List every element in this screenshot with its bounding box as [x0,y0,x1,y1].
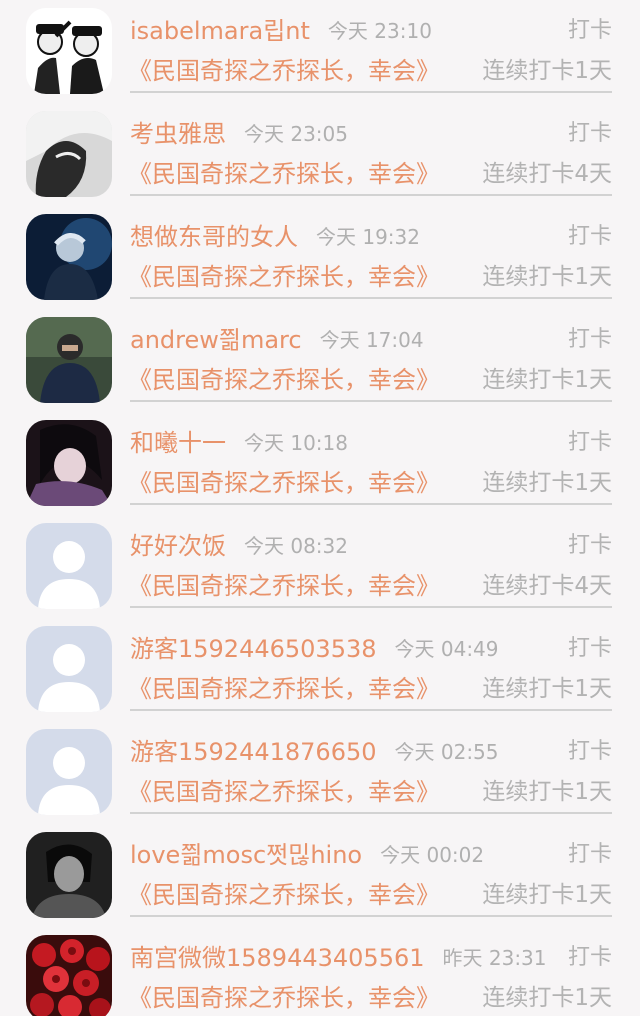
list-item[interactable]: 考虫雅思 今天 23:05 打卡 《民国奇探之乔探长，幸会》 连续打卡4天 [0,103,640,206]
user-name[interactable]: 游客1592441876650 今天 02:55 [130,737,499,767]
user-name[interactable]: 游客1592446503538 今天 04:49 [130,634,499,664]
timestamp: 今天 04:49 [394,637,499,661]
book-title[interactable]: 《民国奇探之乔探长，幸会》 [128,468,440,498]
checkin-label: 打卡 [567,842,612,867]
user-name[interactable]: isabelmara립nt 今天 23:10 [130,16,432,46]
streak-count: 连续打卡1天 [482,882,612,908]
divider [130,503,612,505]
checkin-label: 打卡 [567,636,612,661]
avatar[interactable] [26,317,112,403]
user-name[interactable]: 考虫雅思 今天 23:05 [130,119,348,149]
checkin-label: 打卡 [567,430,612,455]
book-title[interactable]: 《民国奇探之乔探长，幸会》 [128,674,440,704]
avatar[interactable] [26,523,112,609]
timestamp: 今天 17:04 [319,328,424,352]
user-name[interactable]: andrew쯺marc 今天 17:04 [130,325,424,355]
avatar[interactable] [26,214,112,300]
streak-count: 连续打卡1天 [482,985,612,1011]
book-title[interactable]: 《民国奇探之乔探长，幸会》 [128,365,440,395]
list-item[interactable]: 好好次饭 今天 08:32 打卡 《民国奇探之乔探长，幸会》 连续打卡4天 [0,515,640,618]
avatar[interactable] [26,626,112,712]
divider [130,91,612,93]
timestamp: 昨天 23:31 [442,946,547,970]
checkin-label: 打卡 [567,945,612,970]
timestamp: 今天 19:32 [316,225,420,249]
checkin-label: 打卡 [567,533,612,558]
user-name[interactable]: 好好次饭 今天 08:32 [130,531,348,561]
user-name[interactable]: 想做东哥的女人 今天 19:32 [130,222,420,252]
checkin-label: 打卡 [567,224,612,249]
streak-count: 连续打卡1天 [482,264,612,290]
list-item[interactable]: 南宫微微1589443405561 昨天 23:31 打卡 《民国奇探之乔探长，幸… [0,927,640,1016]
user-name[interactable]: love쯺mosc쩟믾hino 今天 00:02 [130,840,484,870]
divider [130,194,612,196]
list-item[interactable]: andrew쯺marc 今天 17:04 打卡 《民国奇探之乔探长，幸会》 连续打… [0,309,640,412]
streak-count: 连续打卡1天 [482,470,612,496]
list-item[interactable]: 游客1592446503538 今天 04:49 打卡 《民国奇探之乔探长，幸会》… [0,618,640,721]
list-item[interactable]: love쯺mosc쩟믾hino 今天 00:02 打卡 《民国奇探之乔探长，幸会》… [0,824,640,927]
timestamp: 今天 00:02 [380,843,485,867]
divider [130,400,612,402]
list-item[interactable]: 和曦十一 今天 10:18 打卡 《民国奇探之乔探长，幸会》 连续打卡1天 [0,412,640,515]
avatar[interactable] [26,420,112,506]
avatar[interactable] [26,832,112,918]
book-title[interactable]: 《民国奇探之乔探长，幸会》 [128,983,440,1013]
timestamp: 今天 02:55 [394,740,499,764]
timestamp: 今天 08:32 [244,534,348,558]
checkin-list: isabelmara립nt 今天 23:10 打卡 《民国奇探之乔探长，幸会》 连… [0,0,640,1016]
streak-count: 连续打卡1天 [482,676,612,702]
streak-count: 连续打卡4天 [482,161,612,187]
checkin-label: 打卡 [567,327,612,352]
avatar[interactable] [26,8,112,94]
divider [130,709,612,711]
divider [130,812,612,814]
list-item[interactable]: isabelmara립nt 今天 23:10 打卡 《民国奇探之乔探长，幸会》 连… [0,0,640,103]
streak-count: 连续打卡1天 [482,367,612,393]
streak-count: 连续打卡1天 [482,58,612,84]
checkin-label: 打卡 [567,121,612,146]
divider [130,915,612,917]
avatar[interactable] [26,729,112,815]
book-title[interactable]: 《民国奇探之乔探长，幸会》 [128,880,440,910]
list-item[interactable]: 游客1592441876650 今天 02:55 打卡 《民国奇探之乔探长，幸会》… [0,721,640,824]
book-title[interactable]: 《民国奇探之乔探长，幸会》 [128,262,440,292]
streak-count: 连续打卡1天 [482,779,612,805]
avatar[interactable] [26,935,112,1016]
user-name[interactable]: 和曦十一 今天 10:18 [130,428,348,458]
book-title[interactable]: 《民国奇探之乔探长，幸会》 [128,571,440,601]
book-title[interactable]: 《民国奇探之乔探长，幸会》 [128,56,440,86]
timestamp: 今天 23:10 [327,19,432,43]
book-title[interactable]: 《民国奇探之乔探长，幸会》 [128,777,440,807]
divider [130,606,612,608]
checkin-label: 打卡 [567,18,612,43]
timestamp: 今天 10:18 [244,431,348,455]
divider [130,297,612,299]
avatar[interactable] [26,111,112,197]
timestamp: 今天 23:05 [244,122,348,146]
list-item[interactable]: 想做东哥的女人 今天 19:32 打卡 《民国奇探之乔探长，幸会》 连续打卡1天 [0,206,640,309]
checkin-label: 打卡 [567,739,612,764]
streak-count: 连续打卡4天 [482,573,612,599]
book-title[interactable]: 《民国奇探之乔探长，幸会》 [128,159,440,189]
user-name[interactable]: 南宫微微1589443405561 昨天 23:31 [130,943,547,973]
